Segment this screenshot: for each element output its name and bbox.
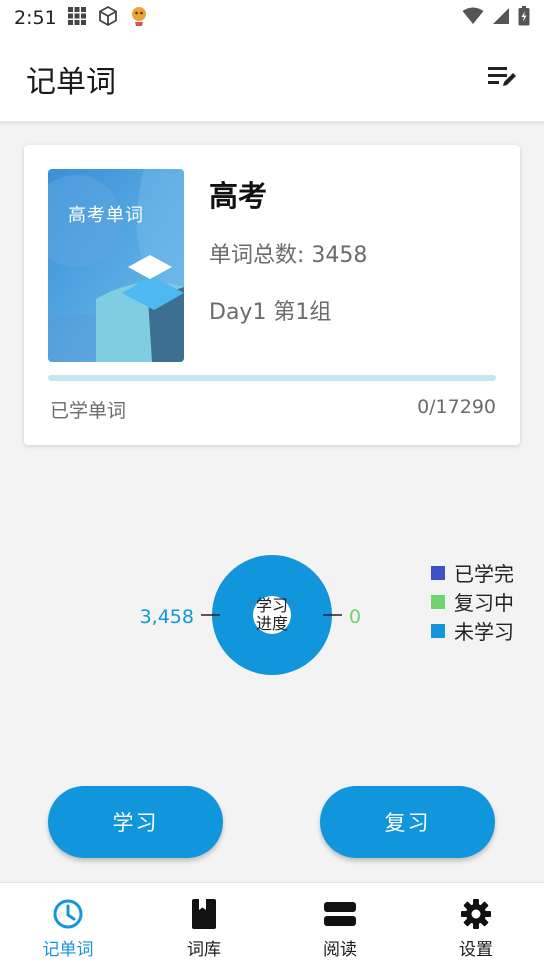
- pie-center-label-line: 学习: [256, 596, 288, 615]
- cover-title: 高考单词: [68, 205, 144, 226]
- bottom-nav: 记单词 词库 阅读 设置: [0, 882, 544, 967]
- app-notification-icon: [129, 5, 149, 31]
- nav-item-memorize[interactable]: 记单词: [0, 883, 136, 967]
- gear-icon: [459, 897, 493, 931]
- legend-item: 复习中: [431, 587, 514, 616]
- book-card[interactable]: 高考单词 高考 单词总数: 3458 Day1 第1组 已学单词 0/17290: [24, 145, 520, 445]
- edit-list-button[interactable]: [486, 63, 518, 95]
- nav-label: 记单词: [42, 940, 94, 960]
- book-total-words: 单词总数: 3458: [209, 243, 368, 268]
- status-bar: 2:51: [0, 0, 544, 36]
- book-day-group: Day1 第1组: [209, 300, 332, 325]
- book-cover-art: [48, 169, 184, 362]
- nav-item-settings[interactable]: 设置: [408, 883, 544, 967]
- learning-progress-bar: [48, 375, 496, 381]
- nav-label: 词库: [187, 940, 221, 960]
- legend-label: 已学完: [454, 562, 514, 586]
- status-icons-left: [67, 5, 149, 31]
- pie-callout-label: 0: [349, 606, 361, 628]
- learned-words-count: 0/17290: [417, 396, 496, 418]
- book-name: 高考: [209, 179, 268, 213]
- pie-center-label-line: 进度: [256, 614, 288, 633]
- book-icon: [187, 897, 221, 931]
- chart-legend: 已学完 复习中 未学习: [431, 558, 514, 645]
- nav-item-wordbank[interactable]: 词库: [136, 883, 272, 967]
- legend-item: 已学完: [431, 558, 514, 587]
- nav-label: 阅读: [323, 940, 357, 960]
- signal-icon: [492, 7, 510, 29]
- cube-icon: [97, 5, 119, 31]
- study-button[interactable]: 学习: [48, 786, 223, 858]
- battery-icon: [518, 6, 530, 30]
- status-icons-right: [462, 6, 530, 30]
- pie-callout-label: 3,458: [140, 606, 194, 628]
- reading-icon: [323, 897, 357, 931]
- status-time: 2:51: [14, 7, 57, 29]
- legend-swatch: [431, 594, 445, 609]
- app-bar: 记单词: [0, 36, 544, 122]
- legend-item: 未学习: [431, 616, 514, 645]
- legend-swatch: [431, 623, 445, 638]
- progress-chart: 学习 进度 3,458 0 已学完复习中未学习: [0, 530, 544, 710]
- progress-pie-chart: 学习进度 3,458 0: [140, 555, 361, 675]
- legend-label: 未学习: [454, 620, 514, 644]
- nav-item-reading[interactable]: 阅读: [272, 883, 408, 967]
- book-cover[interactable]: 高考单词: [48, 169, 184, 362]
- edit-list-icon: [487, 64, 517, 94]
- legend-swatch: [431, 565, 445, 580]
- legend-label: 复习中: [454, 591, 514, 615]
- learned-words-label: 已学单词: [50, 400, 127, 422]
- page-title: 记单词: [26, 64, 116, 100]
- grid-icon: [67, 6, 87, 30]
- nav-label: 设置: [459, 940, 493, 960]
- wifi-icon: [462, 7, 484, 29]
- clock-icon: [51, 897, 85, 931]
- review-button[interactable]: 复习: [320, 786, 495, 858]
